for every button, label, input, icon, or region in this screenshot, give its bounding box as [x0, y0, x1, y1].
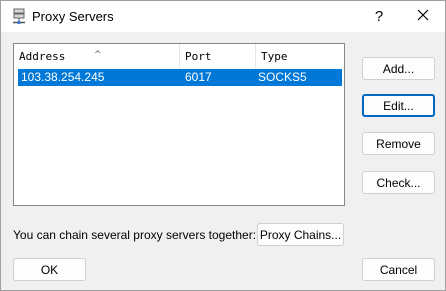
close-button[interactable] [401, 1, 445, 32]
add-button[interactable]: Add... [362, 57, 435, 80]
table-row[interactable]: 103.38.254.245 6017 SOCKS5 [18, 69, 342, 86]
window-title: Proxy Servers [32, 9, 114, 24]
column-header-address[interactable]: Address ^ [14, 44, 180, 68]
cell-port: 6017 [185, 70, 212, 84]
column-header-type[interactable]: Type [256, 44, 344, 68]
server-icon [11, 8, 27, 25]
list-header: Address ^ Port Type [14, 44, 344, 68]
help-button[interactable]: ? [357, 1, 401, 32]
remove-button[interactable]: Remove [362, 132, 435, 155]
cell-address: 103.38.254.245 [21, 70, 105, 84]
ok-button[interactable]: OK [13, 258, 86, 281]
close-icon [417, 9, 429, 24]
title-bar[interactable]: Proxy Servers ? [1, 1, 445, 32]
cancel-button[interactable]: Cancel [362, 258, 435, 281]
column-header-port[interactable]: Port [180, 44, 256, 68]
check-button[interactable]: Check... [362, 171, 435, 194]
proxy-servers-dialog: Proxy Servers ? Address ^ Port Type 103.… [0, 0, 446, 291]
edit-button[interactable]: Edit... [362, 94, 435, 117]
chain-description: You can chain several proxy servers toge… [13, 228, 257, 242]
proxy-list[interactable]: Address ^ Port Type 103.38.254.245 6017 … [13, 43, 345, 206]
cell-type: SOCKS5 [258, 70, 307, 84]
sort-ascending-icon: ^ [94, 50, 102, 60]
proxy-chains-button[interactable]: Proxy Chains... [257, 223, 344, 246]
column-label: Address [19, 50, 66, 63]
